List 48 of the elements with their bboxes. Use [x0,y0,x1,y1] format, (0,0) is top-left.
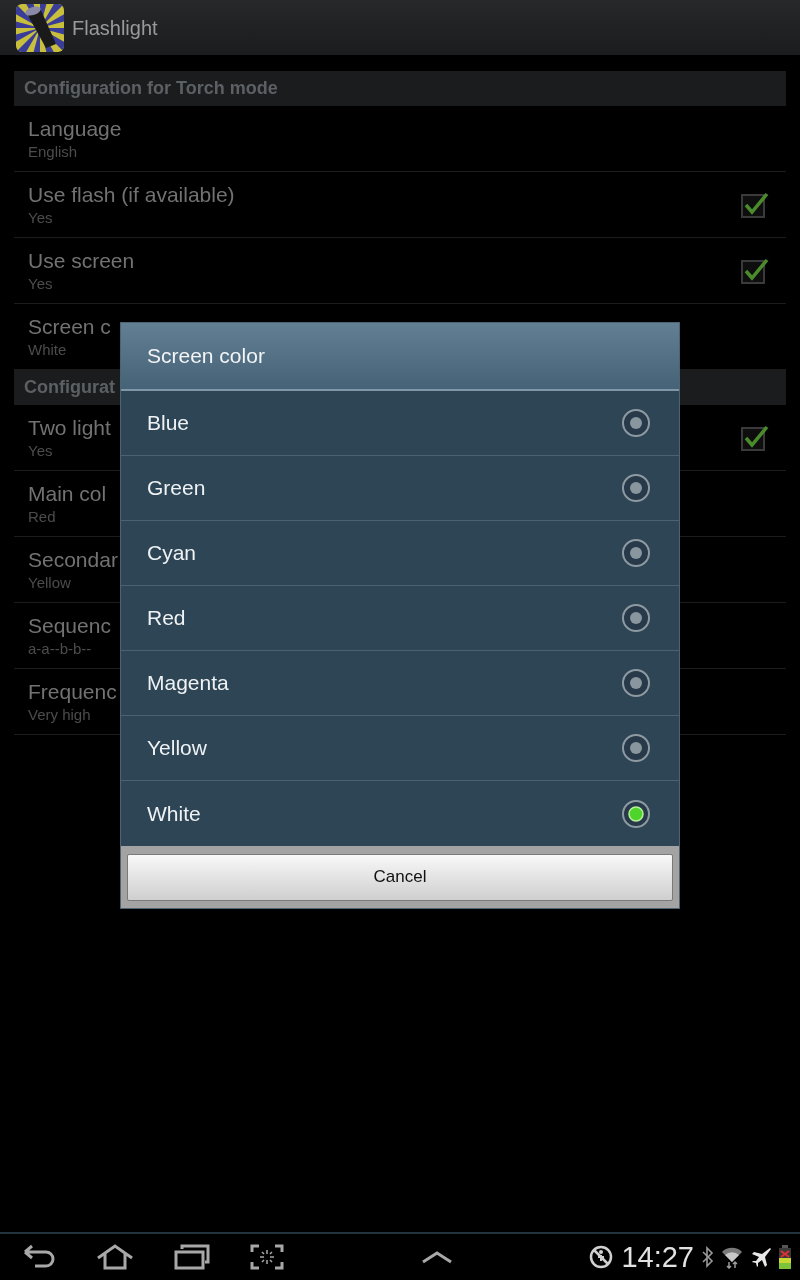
preference-title: Language [28,115,122,142]
flashlight-icon [16,3,64,52]
radio-icon[interactable] [621,538,651,568]
app-title: Flashlight [72,15,158,41]
preference-summary: English [28,141,78,162]
blocked-circle-icon[interactable] [589,1245,614,1269]
status-time: 14:27 [620,1240,695,1274]
preference-summary: Very high [28,704,91,725]
color-option[interactable]: Magenta [121,651,679,716]
caret-up-icon[interactable] [420,1250,453,1264]
preference-summary: Red [28,506,56,527]
recent-apps-icon[interactable] [174,1244,210,1270]
cancel-button[interactable]: Cancel [127,853,673,901]
battery-icon [778,1245,792,1269]
color-option[interactable]: Red [121,586,679,651]
radio-icon[interactable] [621,798,651,829]
radio-icon[interactable] [621,473,651,503]
bluetooth-icon[interactable] [702,1246,714,1268]
preference-title: Two light [28,414,111,441]
home-icon[interactable] [96,1244,134,1270]
preference-title: Use screen [28,247,135,274]
preference-title: Secondar [28,546,118,573]
back-icon[interactable] [22,1244,56,1270]
preference-summary: Yes [28,207,53,228]
preference-title: Main col [28,480,107,507]
color-option[interactable]: Green [121,456,679,521]
radio-icon[interactable] [621,603,651,633]
preference-summary: a-a--b-b-- [28,638,92,659]
category-header: Configuration for Torch mode [14,71,786,106]
preference-summary: Yes [28,273,53,294]
preference-summary: White [28,339,67,360]
airplane-icon[interactable] [750,1246,772,1268]
color-option[interactable]: Yellow [121,716,679,781]
dialog-title: Screen color [121,323,679,391]
color-option[interactable]: Cyan [121,521,679,586]
preference-summary: Yellow [28,572,71,593]
preference-summary: Yes [28,440,53,461]
preference-title: Sequenc [28,612,111,639]
radio-icon[interactable] [621,408,651,438]
preference-title: Use flash (if available) [28,181,235,208]
preference-title: Frequenc [28,678,117,705]
preference-title: Screen c [28,313,111,340]
wifi-icon[interactable] [720,1245,744,1269]
color-option[interactable]: Blue [121,391,679,456]
screenshot-icon[interactable] [250,1244,284,1270]
radio-icon[interactable] [621,668,651,698]
radio-icon[interactable] [621,733,651,763]
color-option[interactable]: White [121,781,679,846]
